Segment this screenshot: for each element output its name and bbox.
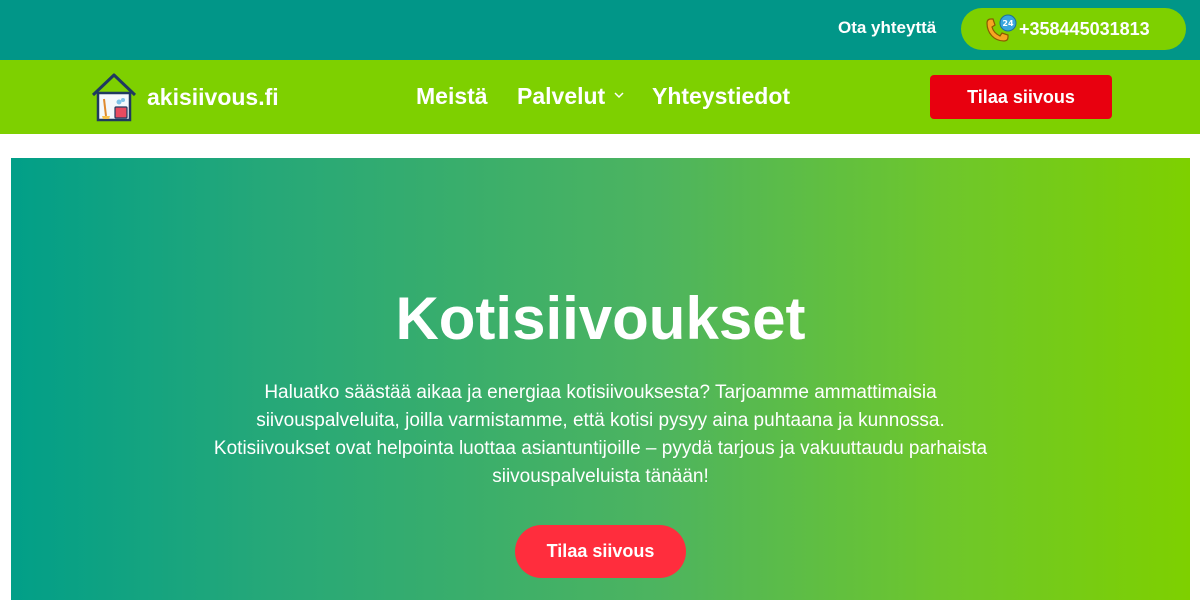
- phone-24h-icon: 24: [986, 14, 1017, 42]
- hero-description: Haluatko säästää aikaa ja energiaa kotis…: [213, 382, 988, 487]
- nav-item-meista[interactable]: Meistä: [416, 83, 488, 110]
- phone-button[interactable]: 24 +358445031813: [961, 8, 1186, 50]
- svg-text:24: 24: [1002, 19, 1014, 28]
- order-cleaning-button[interactable]: Tilaa siivous: [930, 75, 1112, 119]
- hero-order-button[interactable]: Tilaa siivous: [515, 525, 686, 578]
- house-cleaning-icon[interactable]: [89, 71, 139, 123]
- site-logo-text[interactable]: akisiivous.fi: [147, 84, 279, 111]
- nav-item-yhteystiedot[interactable]: Yhteystiedot: [652, 83, 790, 110]
- chevron-down-icon[interactable]: [613, 90, 625, 100]
- nav-item-palvelut[interactable]: Palvelut: [517, 83, 605, 110]
- contact-label: Ota yhteyttä: [838, 18, 937, 37]
- hero-title: Kotisiivoukset: [395, 285, 806, 352]
- main-navigation: akisiivous.fi Meistä Palvelut Yhteystied…: [0, 60, 1200, 134]
- phone-number[interactable]: +358445031813: [1019, 19, 1150, 40]
- top-bar: Ota yhteyttä 24 +358445031813: [0, 0, 1200, 60]
- hero-section: Kotisiivoukset Haluatko säästää aikaa ja…: [11, 158, 1190, 600]
